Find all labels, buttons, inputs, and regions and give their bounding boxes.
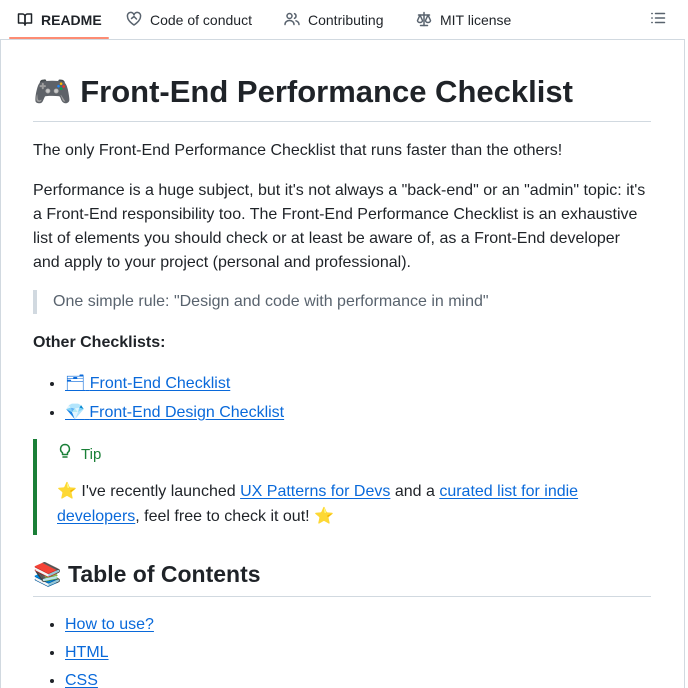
tip-text-before: I've recently launched [81,483,236,500]
tab-readme-label: README [41,12,102,28]
front-end-checklist-link[interactable]: 🗂 Front-End Checklist [65,373,231,392]
tab-code-of-conduct-label: Code of conduct [150,12,252,28]
other-checklists-heading: Other Checklists: [33,334,166,351]
front-end-checklist-link-label: Front-End Checklist [89,375,231,392]
tab-contributing[interactable]: Contributing [284,0,384,40]
tab-mit-license-label: MIT license [440,12,512,28]
tip-body: ⭐ I've recently launched UX Patterns for… [57,479,617,529]
books-emoji: 📚 [33,562,62,588]
book-icon [17,11,33,30]
active-tab-indicator [9,37,109,39]
star-emoji-end: ⭐ [314,506,334,525]
toc-link-css[interactable]: CSS [65,672,98,688]
ux-patterns-link[interactable]: UX Patterns for Devs [240,483,390,500]
scale-icon [416,11,432,30]
light-bulb-icon [57,443,81,467]
card-index-dividers-emoji: 🗂 [65,373,86,392]
rule-blockquote: One simple rule: "Design and code with p… [33,290,651,314]
tip-text-mid: and a [394,483,435,500]
toc-link-html[interactable]: HTML [65,644,109,661]
tip-callout: Tip ⭐ I've recently launched UX Patterns… [33,439,651,535]
list-item: 🗂 Front-End Checklist [65,371,284,396]
list-unordered-icon [650,10,666,31]
gem-emoji: 💎 [65,402,85,421]
toc-link-how-to-use[interactable]: How to use? [65,616,154,633]
tab-code-of-conduct[interactable]: Code of conduct [126,0,252,40]
page-title: 🎮 Front-End Performance Checklist [33,72,651,122]
heart-handshake-icon [126,11,142,30]
outline-button[interactable] [646,8,670,32]
front-end-design-checklist-link[interactable]: 💎 Front-End Design Checklist [65,402,285,421]
list-item: CSS [65,669,154,688]
intro-paragraph: The only Front-End Performance Checklist… [33,142,563,159]
description-paragraph: Performance is a huge subject, but it's … [33,182,646,271]
list-item: How to use? [65,613,154,637]
page-title-text: Front-End Performance Checklist [80,74,573,109]
tab-readme[interactable]: README [17,0,102,40]
tip-title: Tip [57,443,101,467]
game-controller-emoji: 🎮 [33,74,72,110]
tab-contributing-label: Contributing [308,12,384,28]
list-item: 💎 Front-End Design Checklist [65,400,284,425]
readme-tabbar: README Code of conduct Contributing MIT … [0,0,685,40]
toc-list: How to use? HTML CSS [65,613,154,688]
people-icon [284,11,300,30]
list-item: HTML [65,641,154,665]
front-end-design-checklist-link-label: Front-End Design Checklist [89,404,285,421]
toc-heading-text: Table of Contents [68,561,261,587]
tip-title-text: Tip [81,446,102,463]
tab-mit-license[interactable]: MIT license [416,0,511,40]
toc-heading: 📚 Table of Contents [33,554,651,597]
other-checklists-list: 🗂 Front-End Checklist 💎 Front-End Design… [65,371,284,429]
star-emoji: ⭐ [57,481,77,500]
tip-text-after: , feel free to check it out! [135,508,310,525]
